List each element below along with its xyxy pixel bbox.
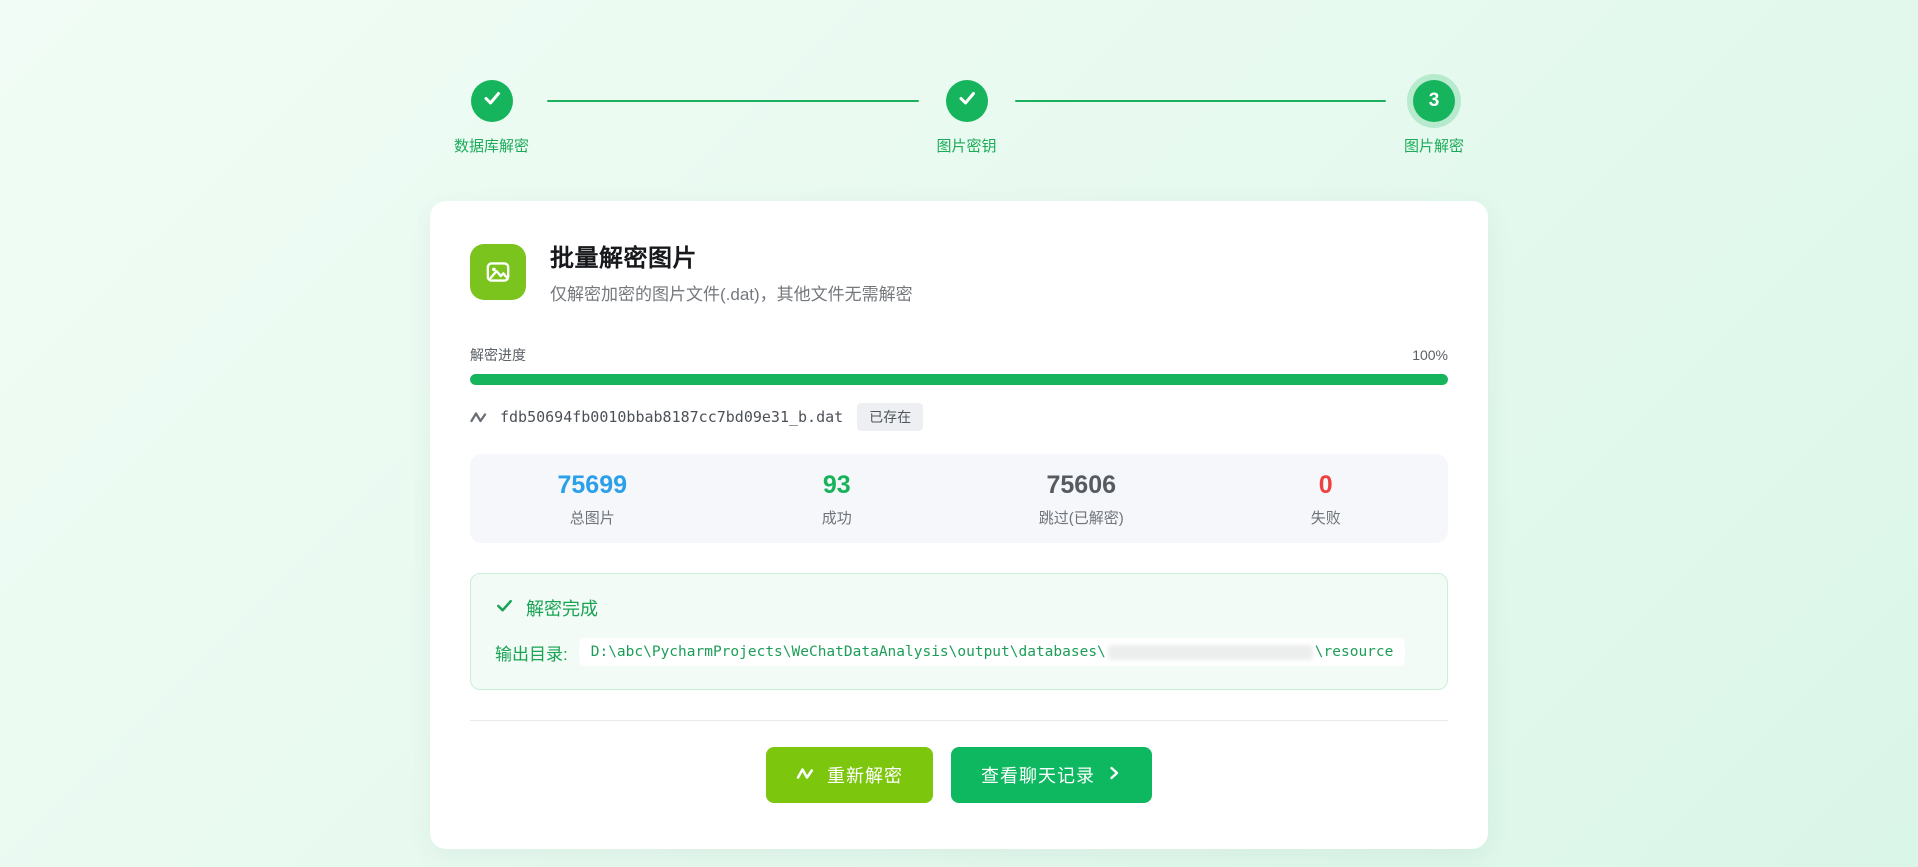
- step-circle-database[interactable]: [471, 80, 513, 122]
- step-item-image-decrypt: 3 图片解密: [1404, 80, 1464, 156]
- stat-success: 93 成功: [715, 471, 960, 528]
- stat-success-value: 93: [823, 471, 851, 500]
- stepper: 数据库解密 图片密钥 3 图片解密: [454, 0, 1464, 156]
- page-title: 批量解密图片: [550, 238, 913, 273]
- stat-success-label: 成功: [822, 507, 852, 528]
- stats-panel: 75699 总图片 93 成功 75606 跳过(已解密) 0 失败: [470, 454, 1448, 543]
- decrypt-card: 批量解密图片 仅解密加密的图片文件(.dat)，其他文件无需解密 解密进度 10…: [430, 201, 1488, 849]
- redecrypt-button-label: 重新解密: [827, 762, 903, 788]
- card-header-text: 批量解密图片 仅解密加密的图片文件(.dat)，其他文件无需解密: [550, 238, 913, 305]
- progress-label: 解密进度: [470, 345, 526, 365]
- stat-skipped: 75606 跳过(已解密): [959, 471, 1204, 528]
- progress-fill: [470, 374, 1448, 385]
- result-status: 解密完成: [495, 595, 1423, 621]
- wave-icon: [796, 765, 816, 786]
- stat-skipped-label: 跳过(已解密): [1039, 507, 1124, 528]
- stat-failed-value: 0: [1319, 471, 1333, 500]
- actions-row: 重新解密 查看聊天记录: [470, 747, 1448, 803]
- result-panel: 解密完成 输出目录: D:\abc\PycharmProjects\WeChat…: [470, 573, 1448, 690]
- progress-bar: [470, 374, 1448, 385]
- check-icon: [957, 88, 977, 114]
- stat-failed-label: 失败: [1311, 507, 1341, 528]
- redacted-blur: [1108, 645, 1313, 660]
- card-header: 批量解密图片 仅解密加密的图片文件(.dat)，其他文件无需解密: [470, 238, 1448, 305]
- result-status-text: 解密完成: [526, 595, 598, 621]
- progress-percent: 100%: [1412, 347, 1448, 363]
- check-icon: [482, 88, 502, 114]
- output-path-prefix: D:\abc\PycharmProjects\WeChatDataAnalysi…: [591, 644, 1106, 660]
- check-icon: [495, 596, 514, 620]
- stat-total: 75699 总图片: [470, 471, 715, 528]
- stat-total-value: 75699: [557, 471, 627, 500]
- view-chat-button[interactable]: 查看聊天记录: [951, 747, 1152, 803]
- step-label-image-decrypt: 图片解密: [1404, 135, 1464, 156]
- progress-header: 解密进度 100%: [470, 345, 1448, 365]
- redecrypt-button[interactable]: 重新解密: [766, 747, 933, 803]
- stat-skipped-value: 75606: [1046, 471, 1116, 500]
- stat-total-label: 总图片: [570, 507, 615, 528]
- view-chat-button-label: 查看聊天记录: [981, 762, 1095, 788]
- step-circle-image-key[interactable]: [946, 80, 988, 122]
- page-subtitle: 仅解密加密的图片文件(.dat)，其他文件无需解密: [550, 280, 913, 305]
- chevron-right-icon: [1106, 765, 1122, 786]
- step-circle-image-decrypt[interactable]: 3: [1413, 80, 1455, 122]
- exists-badge: 已存在: [857, 403, 923, 431]
- step-number: 3: [1429, 90, 1440, 112]
- output-path: D:\abc\PycharmProjects\WeChatDataAnalysi…: [579, 638, 1406, 666]
- output-dir-label: 输出目录:: [495, 640, 568, 665]
- image-icon: [470, 244, 526, 300]
- wave-icon: [470, 410, 489, 424]
- step-connector: [547, 100, 918, 102]
- step-item-image-key: 图片密钥: [937, 80, 997, 156]
- step-item-database: 数据库解密: [454, 80, 529, 156]
- output-dir-row: 输出目录: D:\abc\PycharmProjects\WeChatDataA…: [495, 638, 1423, 666]
- step-label-image-key: 图片密钥: [937, 135, 997, 156]
- stat-failed: 0 失败: [1204, 471, 1449, 528]
- output-path-suffix: \resource: [1315, 644, 1394, 660]
- divider: [470, 720, 1448, 721]
- step-label-database: 数据库解密: [454, 135, 529, 156]
- current-file-name: fdb50694fb0010bbab8187cc7bd09e31_b.dat: [500, 408, 843, 426]
- step-connector: [1015, 100, 1386, 102]
- current-file-row: fdb50694fb0010bbab8187cc7bd09e31_b.dat 已…: [470, 403, 1448, 431]
